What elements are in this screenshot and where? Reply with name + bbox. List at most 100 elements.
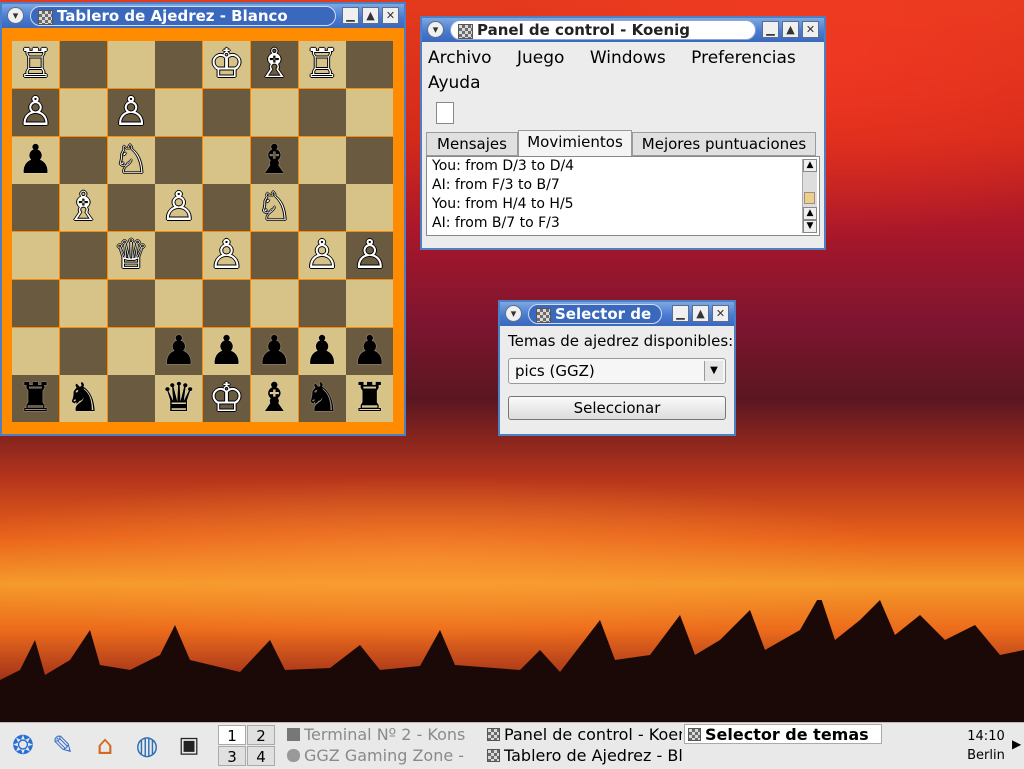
white-pawn-icon[interactable]: ♙ (299, 232, 346, 279)
white-bishop-icon[interactable]: ♗ (251, 41, 298, 88)
moves-scrollbar[interactable]: ▲ ▲ ▼ (802, 159, 817, 233)
menu-juego[interactable]: Juego (517, 48, 564, 68)
maximize-button[interactable]: ▲ (782, 21, 799, 38)
pager-desktop-1[interactable]: 1 (218, 725, 246, 745)
chessboard[interactable]: ♖ ♔ ♗ ♖ ♙ ♙ ♟ ♘ ♝ ♗ ♙ ♘ ♕ ♙ ♙ ♙ ♟ ♟ ♟ ♟ ♟ ♜ ♞ ♛ ♔ ♝ ♞ ♜ (12, 41, 394, 423)
square-g5[interactable] (298, 184, 346, 232)
task-control-panel[interactable]: Panel de control - Koenig (484, 725, 682, 745)
square-a5[interactable] (12, 184, 59, 232)
square-d4[interactable] (155, 232, 203, 279)
black-pawn-icon[interactable]: ♟ (12, 137, 59, 184)
menu-ayuda[interactable]: Ayuda (428, 73, 481, 93)
close-button[interactable]: ✕ (712, 305, 729, 322)
theme-selector-titlebar[interactable]: ▾ Selector de ▁ ▲ ✕ (500, 302, 734, 326)
task-ggz-gaming-zone[interactable]: GGZ Gaming Zone - (284, 746, 482, 766)
maximize-button[interactable]: ▲ (362, 7, 379, 24)
square-c3[interactable] (107, 279, 155, 327)
menu-windows[interactable]: Windows (590, 48, 666, 68)
square-d3[interactable] (155, 279, 203, 327)
white-knight-icon[interactable]: ♘ (108, 137, 155, 184)
black-rook-icon[interactable]: ♜ (346, 375, 393, 422)
white-rook-icon[interactable]: ♖ (12, 41, 59, 88)
square-g7[interactable] (298, 88, 346, 136)
minimize-button[interactable]: ▁ (762, 21, 779, 38)
task-chess-board[interactable]: Tablero de Ajedrez - Blanco (484, 746, 682, 766)
white-pawn-icon[interactable]: ♙ (346, 232, 393, 279)
kde-menu-icon[interactable]: ❂ (6, 729, 40, 763)
scroll-thumb[interactable] (804, 192, 815, 204)
task-terminal[interactable]: Terminal Nº 2 - Kons (284, 725, 482, 745)
white-bishop-icon[interactable]: ♗ (60, 184, 107, 231)
square-d8[interactable] (155, 41, 203, 88)
square-f7[interactable] (250, 88, 298, 136)
chess-window-titlebar[interactable]: ▾ Tablero de Ajedrez - Blanco ▁ ▲ ✕ (2, 4, 404, 28)
menu-preferencias[interactable]: Preferencias (691, 48, 796, 68)
black-knight-icon[interactable]: ♞ (60, 375, 107, 422)
control-panel-titlebar[interactable]: ▾ Panel de control - Koenig ▁ ▲ ✕ (422, 18, 824, 42)
window-menu-button[interactable]: ▾ (427, 21, 444, 38)
tab-mensajes[interactable]: Mensajes (426, 132, 518, 156)
close-button[interactable]: ✕ (382, 7, 399, 24)
pager-desktop-3[interactable]: 3 (218, 746, 246, 766)
square-e7[interactable] (203, 88, 250, 136)
black-pawn-icon[interactable]: ♟ (346, 328, 393, 375)
square-b8[interactable] (59, 41, 107, 88)
new-document-icon[interactable] (436, 102, 454, 124)
window-menu-button[interactable]: ▾ (7, 7, 24, 24)
tab-mejores-puntuaciones[interactable]: Mejores puntuaciones (632, 132, 816, 156)
black-pawn-icon[interactable]: ♟ (155, 328, 202, 375)
select-button[interactable]: Seleccionar (508, 396, 726, 420)
minimize-button[interactable]: ▁ (342, 7, 359, 24)
white-rook-icon[interactable]: ♖ (299, 41, 346, 88)
tab-movimientos[interactable]: Movimientos (518, 130, 632, 157)
pager-desktop-2[interactable]: 2 (247, 725, 275, 745)
white-king-icon[interactable]: ♔ (203, 41, 250, 88)
square-b2[interactable] (59, 327, 107, 375)
square-b3[interactable] (59, 279, 107, 327)
theme-select[interactable]: pics (GGZ) ▼ (508, 358, 726, 384)
black-knight-icon[interactable]: ♞ (299, 375, 346, 422)
square-h6[interactable] (346, 136, 394, 184)
white-king-icon[interactable]: ♔ (203, 375, 250, 422)
clock[interactable]: 14:10 Berlin (962, 727, 1010, 765)
square-a3[interactable] (12, 279, 59, 327)
scroll-up-icon[interactable]: ▲ (803, 207, 817, 220)
black-pawn-icon[interactable]: ♟ (203, 328, 250, 375)
square-h7[interactable] (346, 88, 394, 136)
square-g3[interactable] (298, 279, 346, 327)
black-pawn-icon[interactable]: ♟ (299, 328, 346, 375)
square-c8[interactable] (107, 41, 155, 88)
kwrite-icon[interactable]: ✎ (46, 729, 80, 763)
square-d6[interactable] (155, 136, 203, 184)
white-knight-icon[interactable]: ♘ (251, 184, 298, 231)
minimize-button[interactable]: ▁ (672, 305, 689, 322)
white-pawn-icon[interactable]: ♙ (12, 89, 59, 136)
pager-desktop-4[interactable]: 4 (247, 746, 275, 766)
black-bishop-icon[interactable]: ♝ (251, 375, 298, 422)
white-pawn-icon[interactable]: ♙ (203, 232, 250, 279)
task-theme-selector[interactable]: Selector de temas (684, 724, 882, 744)
square-d7[interactable] (155, 88, 203, 136)
square-e6[interactable] (203, 136, 250, 184)
square-e5[interactable] (203, 184, 250, 232)
close-button[interactable]: ✕ (802, 21, 819, 38)
square-c5[interactable] (107, 184, 155, 232)
black-queen-icon[interactable]: ♛ (155, 375, 202, 422)
home-icon[interactable]: ⌂ (88, 729, 122, 763)
terminal-icon[interactable]: ▣ (172, 729, 206, 763)
black-pawn-icon[interactable]: ♟ (251, 328, 298, 375)
moves-list[interactable]: You: from D/3 to D/4 AI: from F/3 to B/7… (426, 156, 820, 236)
window-menu-button[interactable]: ▾ (505, 305, 522, 322)
square-a2[interactable] (12, 327, 59, 375)
black-rook-icon[interactable]: ♜ (12, 375, 59, 422)
square-c1[interactable] (107, 375, 155, 423)
square-b7[interactable] (59, 88, 107, 136)
square-f4[interactable] (250, 232, 298, 279)
square-g6[interactable] (298, 136, 346, 184)
square-e3[interactable] (203, 279, 250, 327)
scroll-up-icon[interactable]: ▲ (803, 159, 817, 172)
taskbar-expand-icon[interactable]: ▶ (1012, 737, 1021, 751)
square-h8[interactable] (346, 41, 394, 88)
white-pawn-icon[interactable]: ♙ (108, 89, 155, 136)
browser-globe-icon[interactable]: ◍ (130, 729, 164, 763)
